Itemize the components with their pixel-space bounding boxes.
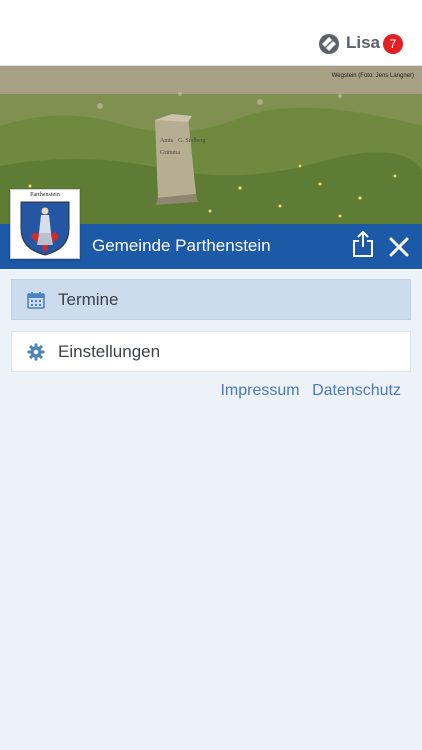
share-icon[interactable] xyxy=(350,230,376,258)
close-icon[interactable] xyxy=(386,234,412,260)
svg-text:Amts: Amts xyxy=(160,138,174,144)
top-bar: Lisa 7 xyxy=(0,0,422,66)
page-title: Gemeinde Parthenstein xyxy=(92,236,271,255)
gear-icon xyxy=(27,343,45,360)
crest-name: Parthenstein xyxy=(30,192,60,198)
menu-item-einstellungen[interactable]: Einstellungen xyxy=(11,331,411,372)
impressum-link[interactable]: Impressum xyxy=(220,382,299,399)
brand-name: Lisa xyxy=(346,33,381,52)
menu-label-termine: Termine xyxy=(58,289,119,309)
svg-text:G. Stolberg: G. Stolberg xyxy=(178,138,206,144)
municipality-crest: Parthenstein xyxy=(10,189,80,259)
svg-text:Grimma: Grimma xyxy=(160,150,180,156)
calendar-icon xyxy=(27,291,45,309)
footer-links: Impressum Datenschutz xyxy=(0,382,401,400)
photo-credit: Wegstein (Foto: Jens Langner) xyxy=(331,73,414,79)
datenschutz-link[interactable]: Datenschutz xyxy=(312,382,401,399)
menu-item-termine[interactable]: Termine xyxy=(11,279,411,320)
coat-of-arms-icon xyxy=(20,201,70,256)
lisa-logo-icon xyxy=(319,34,339,54)
menu-label-einstellungen: Einstellungen xyxy=(58,341,161,361)
notification-badge[interactable]: 7 xyxy=(383,34,403,54)
